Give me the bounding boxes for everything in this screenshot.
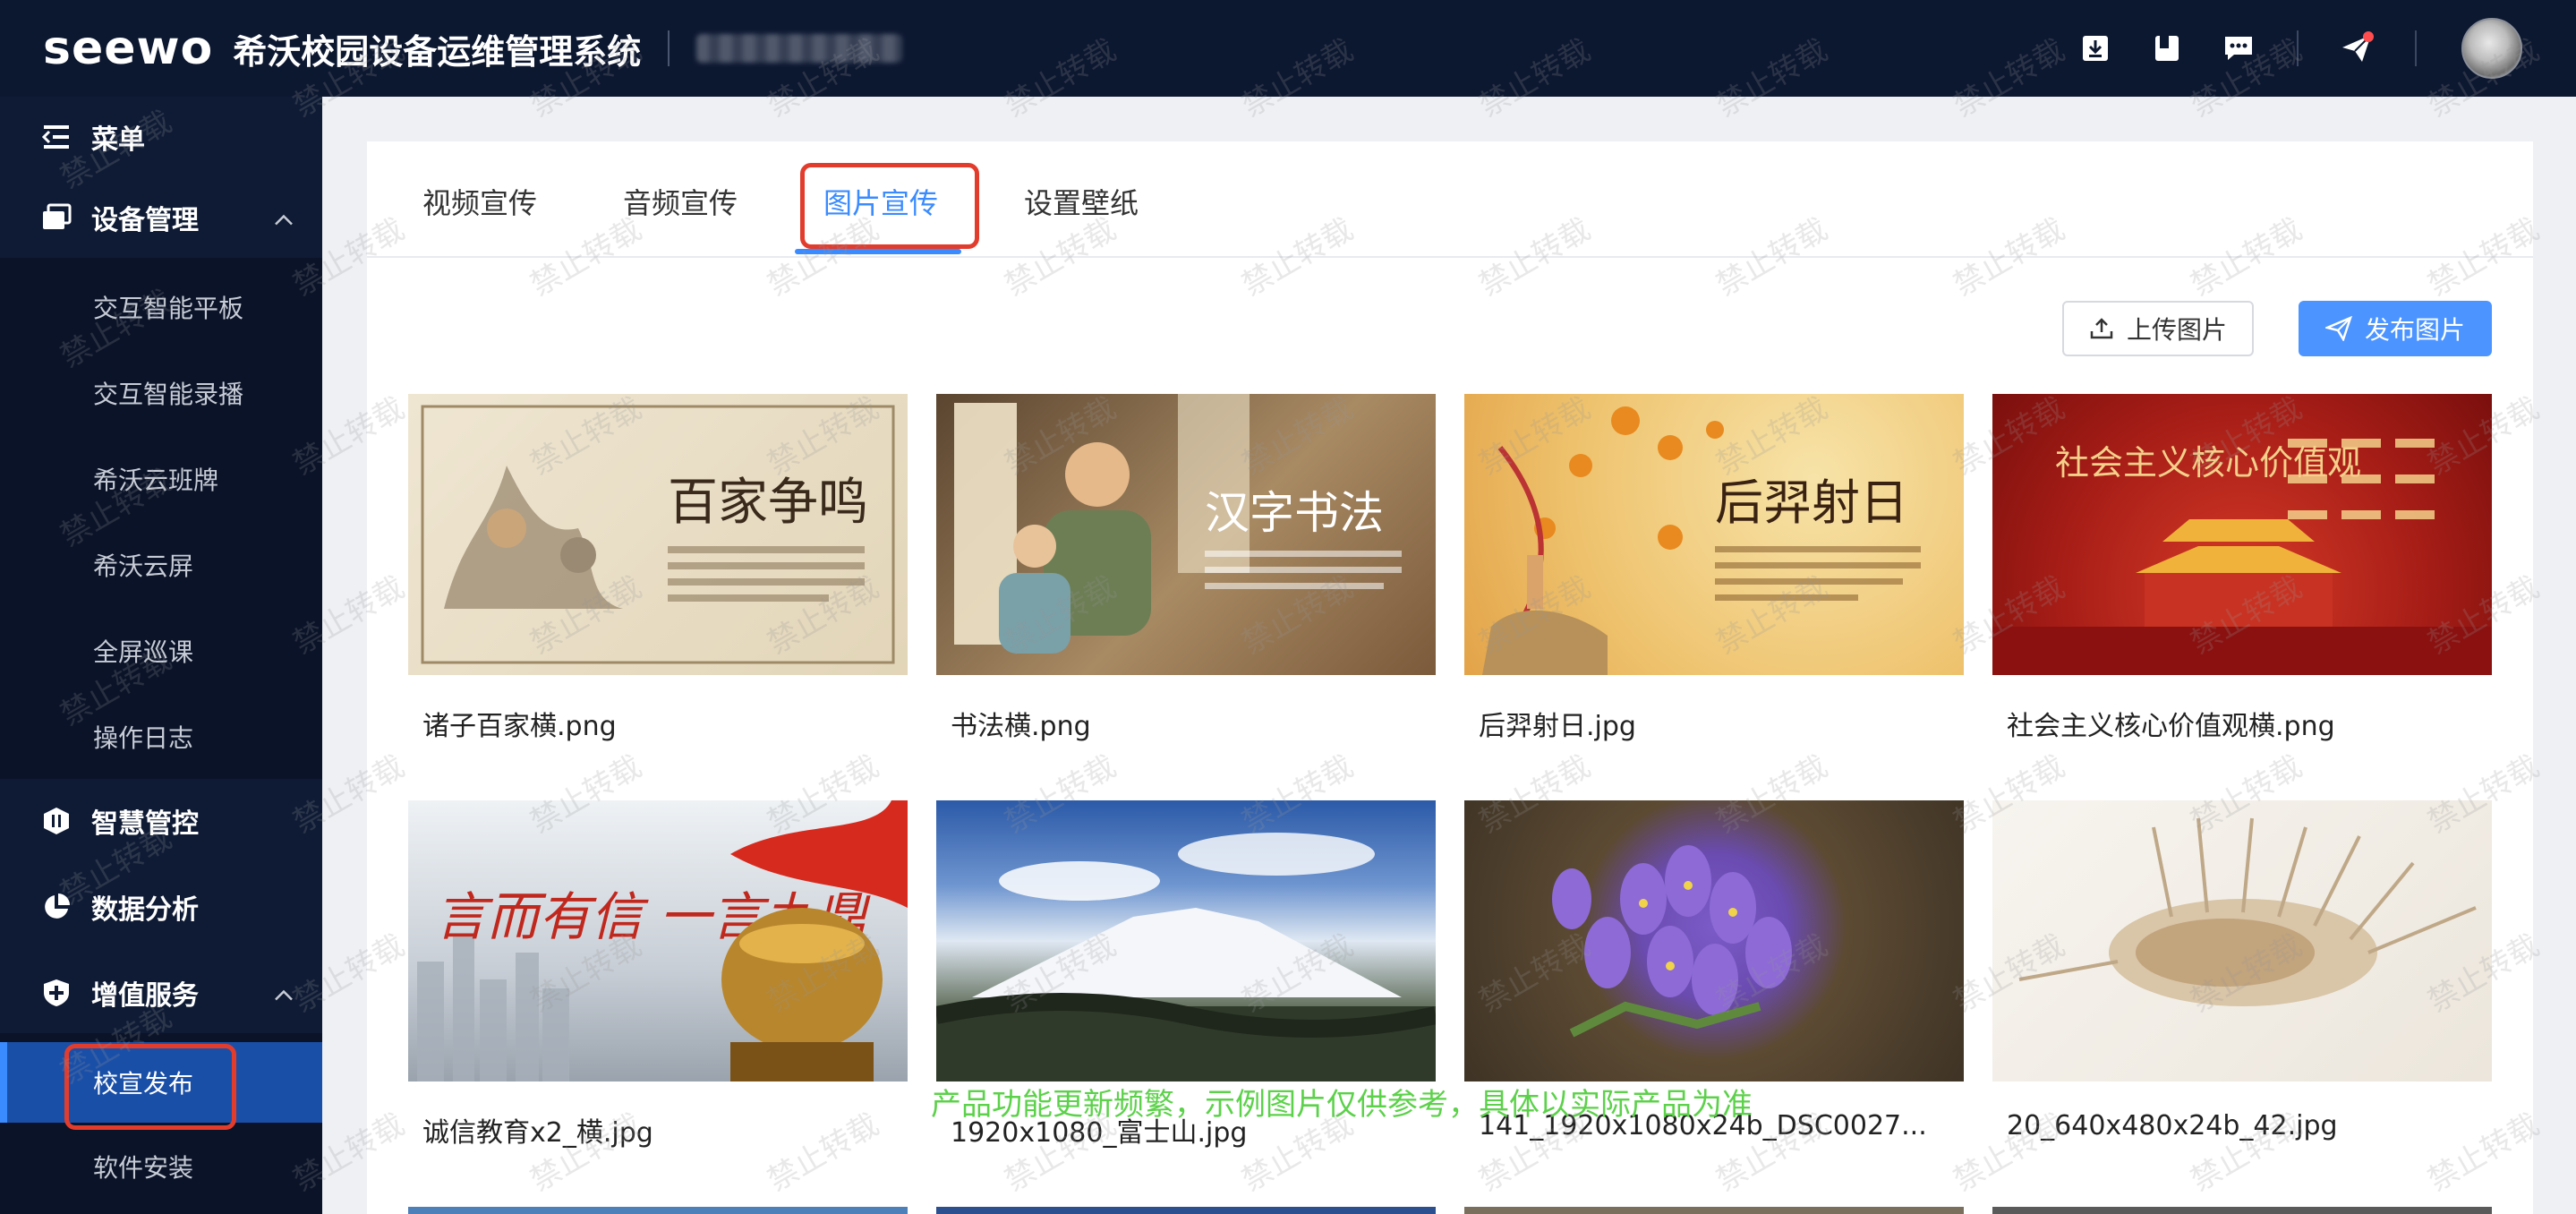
upload-icon: [2090, 318, 2113, 339]
send-icon[interactable]: [2334, 26, 2379, 71]
image-thumbnail[interactable]: [1992, 1207, 2492, 1214]
app-title: 希沃校园设备运维管理系统: [233, 31, 642, 72]
image-thumbnail[interactable]: 百家争鸣: [408, 394, 908, 675]
device-icon: [39, 201, 73, 235]
send-icon: [2324, 316, 2352, 341]
pie-icon: [39, 890, 73, 924]
header-divider: [2415, 30, 2417, 66]
sidebar-group-value-added[interactable]: 增值服务: [0, 953, 322, 1033]
thumbnail-overlay-text: 汉字书法: [1205, 487, 1384, 539]
chevron-up-icon: [274, 202, 294, 234]
sidebar-item-fullscreen-patrol[interactable]: 全屏巡课: [0, 611, 322, 691]
image-filename: 社会主义核心价值观横.png: [2007, 711, 2335, 742]
sidebar-group-label: 增值服务: [91, 980, 199, 1012]
image-filename: 诸子百家横.png: [422, 711, 617, 742]
sidebar-item-operation-log[interactable]: 操作日志: [0, 697, 322, 777]
tab-wallpaper[interactable]: 设置壁纸: [1024, 181, 1139, 222]
blurred-school-name: [696, 34, 903, 63]
sidebar-item-cloud-screen[interactable]: 希沃云屏: [0, 525, 322, 605]
image-thumbnail[interactable]: [1992, 800, 2492, 1081]
sidebar-group-data-analysis[interactable]: 数据分析: [0, 867, 322, 947]
content-card: 视频宣传 音频宣传 图片宣传 设置壁纸 上传图片 发布图片 百家争鸣 诸子百家横…: [367, 141, 2533, 1214]
image-thumbnail[interactable]: [408, 1207, 908, 1214]
tab-video[interactable]: 视频宣传: [422, 181, 537, 222]
tab-audio[interactable]: 音频宣传: [623, 181, 738, 222]
image-thumbnail[interactable]: [936, 1207, 1436, 1214]
image-filename: 20_640x480x24b_42.jpg: [2007, 1110, 2338, 1141]
avatar[interactable]: [2461, 18, 2522, 79]
header-divider: [668, 30, 670, 66]
message-icon[interactable]: [2216, 26, 2261, 71]
active-tab-indicator: [795, 249, 961, 254]
menu-icon: [39, 120, 73, 154]
image-filename: 书法横.png: [951, 711, 1091, 742]
image-thumbnail[interactable]: 社会主义核心价值观: [1992, 394, 2492, 675]
publish-image-button[interactable]: 发布图片: [2299, 301, 2492, 356]
control-icon: [39, 804, 73, 838]
publish-image-label: 发布图片: [2364, 315, 2465, 345]
image-thumbnail[interactable]: [1464, 800, 1964, 1081]
image-filename: 诚信教育x2_横.jpg: [422, 1117, 653, 1149]
annotation-highlight: [64, 1044, 236, 1130]
seewo-logo: seewo: [43, 21, 214, 75]
sidebar-group-smart-control[interactable]: 智慧管控: [0, 781, 322, 861]
image-thumbnail[interactable]: [1464, 1207, 1964, 1214]
notification-dot: [2363, 31, 2374, 42]
header-divider: [2297, 30, 2299, 66]
image-thumbnail[interactable]: 后羿射日: [1464, 394, 1964, 675]
top-icons: [2046, 0, 2522, 97]
sidebar-item-interactive-recording[interactable]: 交互智能录播: [0, 353, 322, 433]
annotation-highlight: [800, 163, 979, 249]
sidebar-item-interactive-panel[interactable]: 交互智能平板: [0, 267, 322, 347]
tab-bar: 视频宣传 音频宣传 图片宣传 设置壁纸: [367, 141, 2533, 258]
image-thumbnail[interactable]: 汉字书法: [936, 394, 1436, 675]
chevron-up-icon: [274, 978, 294, 1009]
sidebar-group-device[interactable]: 设备管理: [0, 177, 322, 258]
download-icon[interactable]: [2073, 26, 2118, 71]
sidebar-menu-label: 菜单: [91, 124, 145, 156]
sidebar-group-label: 数据分析: [91, 894, 199, 926]
book-icon[interactable]: [2145, 26, 2189, 71]
thumbnail-overlay-text: 百家争鸣: [668, 474, 868, 532]
sidebar-item-cloud-classboard[interactable]: 希沃云班牌: [0, 439, 322, 519]
thumbnail-overlay-text: 后羿射日: [1715, 474, 1908, 531]
plus-shield-icon: [39, 976, 73, 1010]
sidebar-group-label: 设备管理: [91, 205, 199, 236]
upload-image-button[interactable]: 上传图片: [2062, 301, 2254, 356]
notice-text: 产品功能更新频繁，示例图片仅供参考，具体以实际产品为准: [931, 1087, 1753, 1123]
sidebar-item-software-install[interactable]: 软件安装: [0, 1126, 322, 1207]
sidebar-group-label: 智慧管控: [91, 808, 199, 840]
sidebar-menu-toggle[interactable]: 菜单: [0, 97, 322, 177]
image-thumbnail[interactable]: [936, 800, 1436, 1081]
image-filename: 后羿射日.jpg: [1479, 711, 1636, 742]
top-header: seewo 希沃校园设备运维管理系统: [0, 0, 2576, 97]
image-thumbnail[interactable]: 言而有信 一言九鼎: [408, 800, 908, 1081]
upload-image-label: 上传图片: [2126, 315, 2227, 345]
